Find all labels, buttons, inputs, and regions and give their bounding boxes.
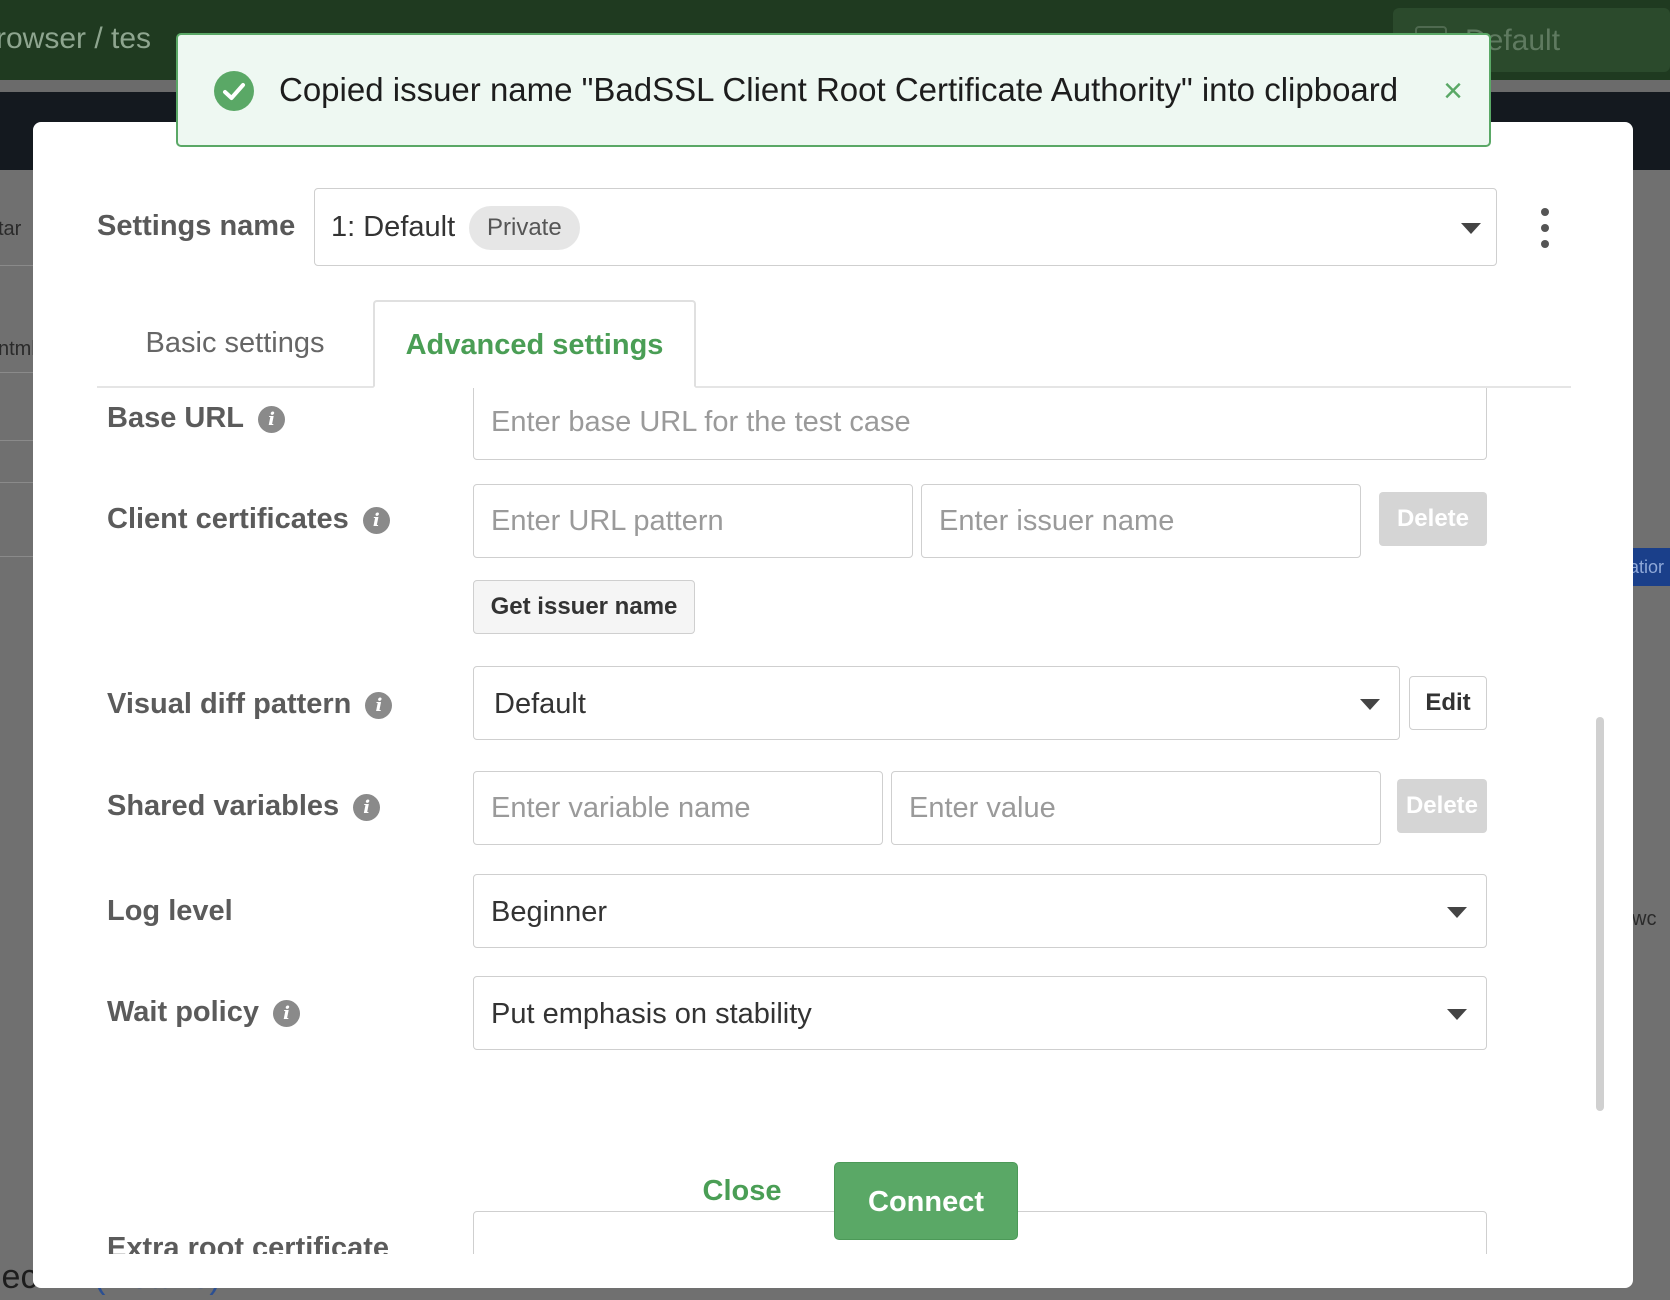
wait-policy-label-text: Wait policy <box>107 996 259 1028</box>
log-level-label: Log level <box>107 895 233 928</box>
info-icon[interactable]: i <box>353 794 381 821</box>
chevron-down-icon <box>1447 1009 1467 1020</box>
client-certificates-label: Client certificates i <box>107 503 390 536</box>
tab-advanced-settings[interactable]: Advanced settings <box>373 300 696 388</box>
url-pattern-field[interactable] <box>474 485 912 557</box>
visual-diff-pattern-value: Default <box>494 688 586 720</box>
close-button[interactable]: Close <box>667 1161 817 1221</box>
base-url-input[interactable] <box>473 388 1487 460</box>
visual-diff-pattern-select[interactable]: Default <box>473 666 1400 740</box>
background-divider <box>0 372 36 373</box>
advanced-settings-form: Base URL i Client certificates i Delete Ge… <box>97 388 1597 1254</box>
client-certificates-label-text: Client certificates <box>107 503 349 535</box>
variable-value-input[interactable] <box>891 771 1381 845</box>
issuer-name-input[interactable] <box>921 484 1361 558</box>
settings-name-row: Settings name 1: Default Private <box>97 188 1577 268</box>
success-toast: Copied issuer name "BadSSL Client Root C… <box>176 33 1491 147</box>
delete-variable-button[interactable]: Delete <box>1397 779 1487 833</box>
background-fragment: tar <box>0 218 22 240</box>
info-icon[interactable]: i <box>258 406 285 433</box>
url-pattern-input[interactable] <box>473 484 913 558</box>
info-icon[interactable]: i <box>273 1000 300 1027</box>
variable-value-field[interactable] <box>892 772 1380 844</box>
visual-diff-pattern-label: Visual diff pattern i <box>107 688 393 721</box>
background-divider <box>0 265 36 266</box>
form-scrollbar[interactable] <box>1596 717 1604 1111</box>
variable-name-field[interactable] <box>474 772 882 844</box>
connection-settings-modal: Settings name 1: Default Private Basic s… <box>33 122 1633 1288</box>
toast-message: Copied issuer name "BadSSL Client Root C… <box>279 71 1399 108</box>
background-fragment: ntml <box>0 338 36 360</box>
delete-certificate-button[interactable]: Delete <box>1379 492 1487 546</box>
background-bottom-label: lec <box>0 1258 38 1296</box>
shared-variables-label: Shared variables i <box>107 790 381 823</box>
log-level-label-text: Log level <box>107 895 233 927</box>
info-icon[interactable]: i <box>362 507 390 534</box>
settings-name-select[interactable]: 1: Default Private <box>314 188 1497 266</box>
info-icon[interactable]: i <box>365 692 393 719</box>
log-level-select[interactable]: Beginner <box>473 874 1487 948</box>
base-url-label-text: Base URL <box>107 402 244 434</box>
wait-policy-label: Wait policy i <box>107 996 300 1029</box>
wait-policy-select[interactable]: Put emphasis on stability <box>473 976 1487 1050</box>
log-level-value: Beginner <box>491 896 608 928</box>
settings-name-value: 1: Default <box>331 211 456 243</box>
connect-button[interactable]: Connect <box>834 1162 1018 1240</box>
get-issuer-name-button[interactable]: Get issuer name <box>473 580 695 634</box>
issuer-name-field[interactable] <box>922 485 1360 557</box>
shared-variables-label-text: Shared variables <box>107 790 340 822</box>
close-icon[interactable]: × <box>1433 71 1473 111</box>
visual-diff-pattern-label-text: Visual diff pattern <box>107 688 352 720</box>
check-circle-icon <box>214 71 254 111</box>
background-divider <box>0 556 36 557</box>
more-options-icon[interactable] <box>1535 208 1555 248</box>
settings-name-label: Settings name <box>97 210 296 242</box>
chevron-down-icon <box>1360 699 1380 710</box>
chevron-down-icon <box>1461 223 1481 234</box>
extra-root-certificate-label: Extra root certificate <box>107 1232 389 1254</box>
background-breadcrumb: rowser / tes <box>0 22 152 55</box>
variable-name-input[interactable] <box>473 771 883 845</box>
chevron-down-icon <box>1447 907 1467 918</box>
tab-basic-settings[interactable]: Basic settings <box>97 300 373 386</box>
extra-root-certificate-label-text: Extra root certificate <box>107 1232 390 1254</box>
edit-visual-diff-button[interactable]: Edit <box>1409 676 1487 730</box>
base-url-field[interactable] <box>474 388 1486 459</box>
private-badge: Private <box>469 206 580 250</box>
background-fragment: wc <box>1632 908 1657 930</box>
base-url-label: Base URL i <box>107 402 285 435</box>
background-divider <box>0 482 36 483</box>
settings-tabs: Basic settings Advanced settings <box>97 300 1571 388</box>
wait-policy-value: Put emphasis on stability <box>491 998 812 1030</box>
background-divider <box>0 440 36 441</box>
